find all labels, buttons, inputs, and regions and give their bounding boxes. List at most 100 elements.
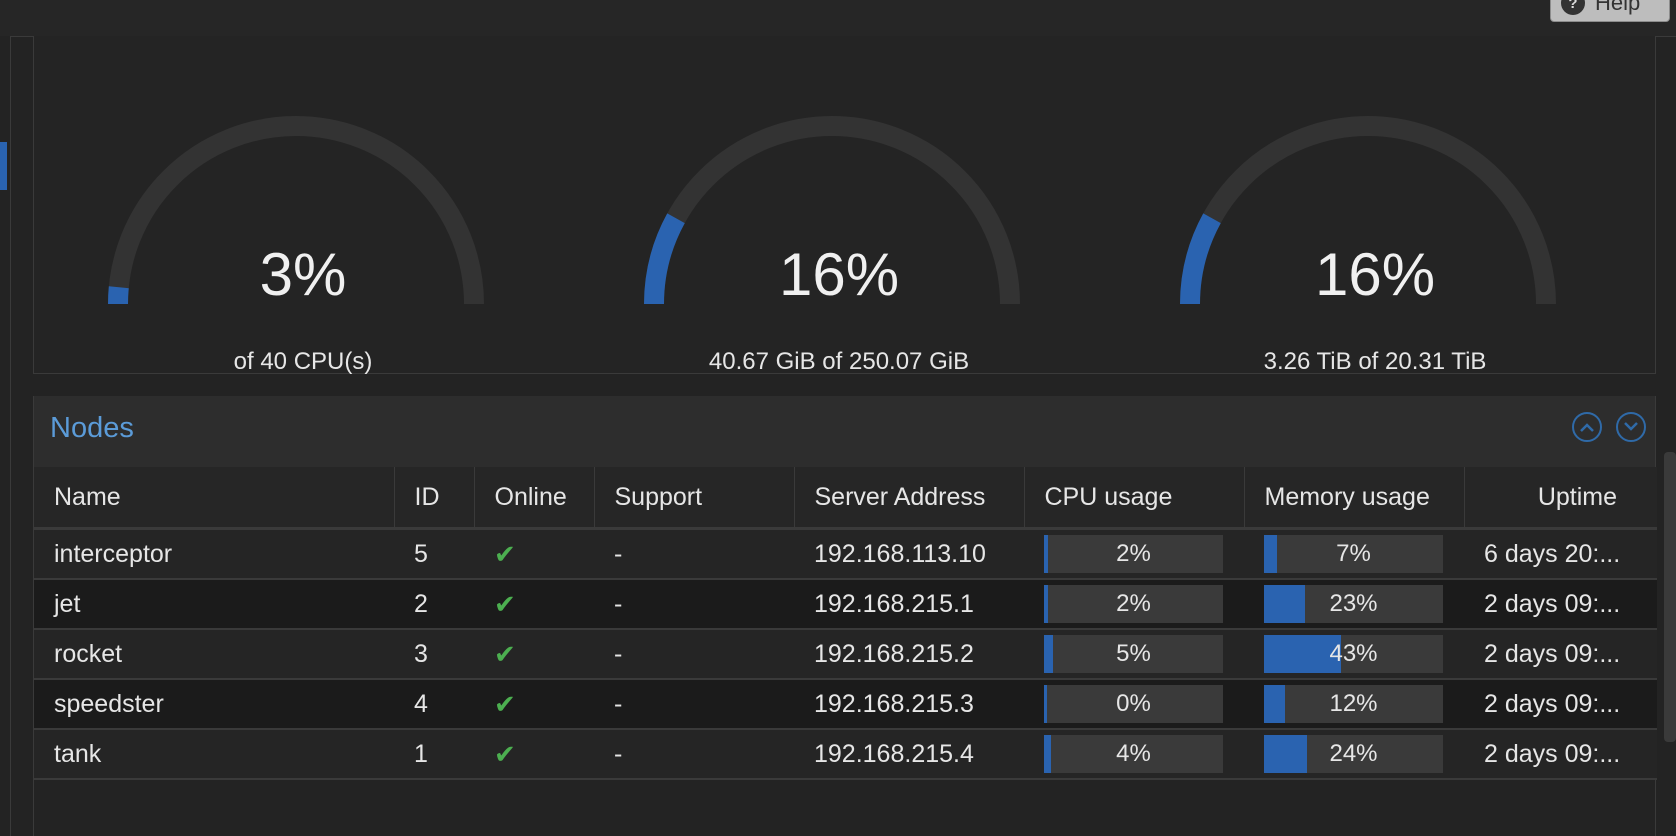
check-icon: ✔	[494, 638, 516, 669]
memory-usage-label: 12%	[1329, 690, 1378, 717]
node-support: -	[594, 528, 794, 580]
cpu-usage-label: 2%	[1116, 590, 1151, 617]
column-header-memory-usage[interactable]: Memory usage	[1244, 467, 1465, 530]
node-uptime: 2 days 09:...	[1464, 729, 1657, 780]
cpu-gauge-subtitle: of 40 CPU(s)	[233, 348, 373, 375]
node-memory-cell: 43%	[1244, 629, 1464, 680]
node-uptime: 2 days 09:...	[1464, 579, 1657, 630]
help-button[interactable]: ? Help	[1550, 0, 1670, 22]
check-icon: ✔	[494, 688, 516, 719]
node-server-address: 192.168.215.1	[794, 579, 1024, 630]
nodes-panel-header: Nodes	[34, 396, 1655, 467]
node-online-cell: ✔	[474, 679, 594, 730]
node-cpu-cell: 2%	[1024, 528, 1244, 580]
node-memory-cell: 12%	[1244, 679, 1464, 730]
node-support: -	[594, 729, 794, 780]
node-online-cell: ✔	[474, 528, 594, 580]
memory-gauge-subtitle: 40.67 GiB of 250.07 GiB	[708, 348, 970, 375]
collapse-up-button[interactable]	[1572, 412, 1602, 442]
node-cpu-cell: 2%	[1024, 579, 1244, 630]
check-icon: ✔	[494, 738, 516, 769]
cpu-gauge-percent: 3%	[259, 241, 347, 308]
check-icon: ✔	[494, 538, 516, 569]
node-name: tank	[34, 729, 394, 780]
node-support: -	[594, 579, 794, 630]
node-cpu-cell: 4%	[1024, 729, 1244, 780]
nodes-table: Name ID Online Support Server Address CP…	[34, 467, 1657, 780]
cpu-usage-bar: 2%	[1044, 585, 1223, 623]
memory-gauge: 16% 40.67 GiB of 250.07 GiB	[629, 92, 1049, 382]
node-online-cell: ✔	[474, 729, 594, 780]
column-header-cpu-usage[interactable]: CPU usage	[1024, 467, 1245, 530]
node-server-address: 192.168.215.3	[794, 679, 1024, 730]
sidebar-active-marker	[0, 142, 7, 190]
nodes-title: Nodes	[50, 412, 134, 444]
chevron-up-icon	[1580, 423, 1594, 432]
nodes-panel: Nodes Name ID Online Support Server Addr…	[33, 396, 1657, 836]
table-header-row: Name ID Online Support Server Address CP…	[34, 467, 1657, 530]
cpu-usage-label: 2%	[1116, 540, 1151, 567]
column-header-uptime[interactable]: Uptime	[1464, 467, 1657, 530]
node-support: -	[594, 679, 794, 730]
node-cpu-cell: 0%	[1024, 679, 1244, 730]
memory-usage-label: 43%	[1329, 640, 1378, 667]
check-icon: ✔	[494, 588, 516, 619]
node-uptime: 2 days 09:...	[1464, 629, 1657, 680]
memory-usage-bar: 23%	[1264, 585, 1443, 623]
cpu-usage-label: 4%	[1116, 740, 1151, 767]
memory-usage-bar: 24%	[1264, 735, 1443, 773]
cpu-usage-bar: 2%	[1044, 535, 1223, 573]
memory-usage-bar: 12%	[1264, 685, 1443, 723]
column-header-id[interactable]: ID	[394, 467, 475, 530]
column-header-online[interactable]: Online	[474, 467, 595, 530]
table-row[interactable]: interceptor 5 ✔ -192.168.113.10 2% 7% 6 days 2…	[34, 528, 1657, 580]
node-online-cell: ✔	[474, 579, 594, 630]
node-server-address: 192.168.215.4	[794, 729, 1024, 780]
column-header-name[interactable]: Name	[34, 467, 395, 530]
node-id: 2	[394, 579, 474, 630]
node-uptime: 2 days 09:...	[1464, 679, 1657, 730]
table-row[interactable]: jet 2 ✔ -192.168.215.1 2% 23% 2 days 09:...	[34, 579, 1657, 630]
node-support: -	[594, 629, 794, 680]
cpu-usage-bar: 0%	[1044, 685, 1223, 723]
top-bar: ? Help	[0, 0, 1676, 37]
resource-gauges-panel: 3% of 40 CPU(s) 16% 40.67 GiB of 250.07 …	[33, 36, 1656, 375]
node-server-address: 192.168.215.2	[794, 629, 1024, 680]
column-header-server-address[interactable]: Server Address	[794, 467, 1025, 530]
table-row[interactable]: tank 1 ✔ -192.168.215.4 4% 24% 2 days 09:...	[34, 729, 1657, 780]
question-icon: ?	[1561, 0, 1585, 15]
node-name: jet	[34, 579, 394, 630]
column-header-support[interactable]: Support	[594, 467, 795, 530]
node-online-cell: ✔	[474, 629, 594, 680]
node-name: speedster	[34, 679, 394, 730]
memory-usage-label: 23%	[1329, 590, 1378, 617]
node-memory-cell: 7%	[1244, 528, 1464, 580]
node-id: 4	[394, 679, 474, 730]
node-name: interceptor	[34, 528, 394, 580]
node-cpu-cell: 5%	[1024, 629, 1244, 680]
memory-usage-bar: 43%	[1264, 635, 1443, 673]
storage-gauge-subtitle: 3.26 TiB of 20.31 TiB	[1263, 348, 1487, 375]
storage-gauge-percent: 16%	[1314, 241, 1436, 308]
storage-gauge: 16% 3.26 TiB of 20.31 TiB	[1165, 92, 1585, 382]
node-id: 5	[394, 528, 474, 580]
node-id: 3	[394, 629, 474, 680]
help-label: Help	[1595, 0, 1641, 15]
cpu-usage-bar: 4%	[1044, 735, 1223, 773]
memory-usage-label: 24%	[1329, 740, 1378, 767]
memory-usage-label: 7%	[1336, 540, 1371, 567]
cpu-usage-bar: 5%	[1044, 635, 1223, 673]
cpu-usage-label: 0%	[1116, 690, 1151, 717]
node-memory-cell: 23%	[1244, 579, 1464, 630]
table-row[interactable]: rocket 3 ✔ -192.168.215.2 5% 43% 2 days 09:...	[34, 629, 1657, 680]
node-id: 1	[394, 729, 474, 780]
node-uptime: 6 days 20:...	[1464, 528, 1657, 580]
cpu-gauge: 3% of 40 CPU(s)	[93, 92, 513, 382]
table-row[interactable]: speedster 4 ✔ -192.168.215.3 0% 12% 2 days 09:…	[34, 679, 1657, 730]
scrollbar[interactable]	[1664, 452, 1676, 742]
node-memory-cell: 24%	[1244, 729, 1464, 780]
expand-down-button[interactable]	[1616, 412, 1646, 442]
node-server-address: 192.168.113.10	[794, 528, 1024, 580]
memory-usage-bar: 7%	[1264, 535, 1443, 573]
node-name: rocket	[34, 629, 394, 680]
